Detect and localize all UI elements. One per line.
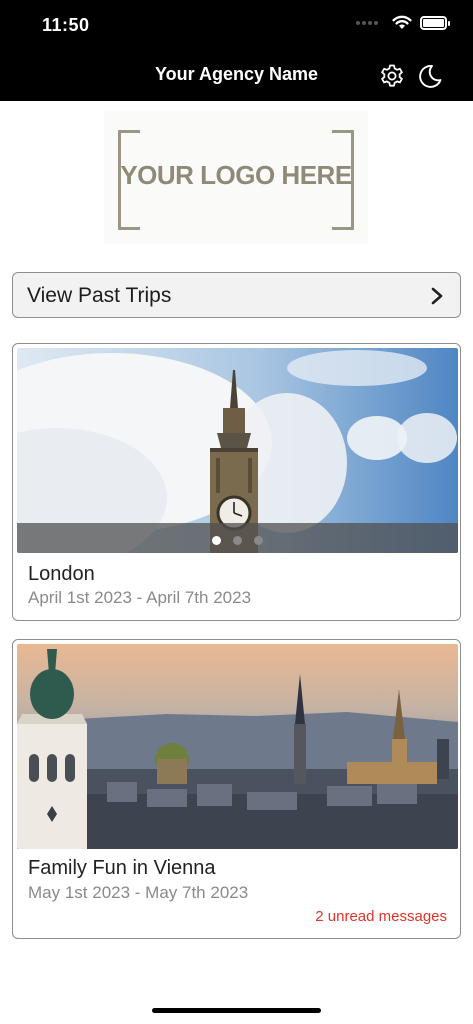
carousel-pagination[interactable]: [17, 536, 458, 545]
status-bar: 11:50: [0, 0, 473, 50]
cellular-signal-icon: [356, 20, 378, 25]
carousel-dot[interactable]: [233, 536, 242, 545]
carousel-dot[interactable]: [254, 536, 263, 545]
trip-title: Family Fun in Vienna: [28, 857, 216, 879]
status-time: 11:50: [42, 15, 90, 35]
trip-card-vienna[interactable]: Family Fun in Vienna May 1st 2023 - May …: [12, 639, 461, 939]
trip-card-london[interactable]: London April 1st 2023 - April 7th 2023: [12, 343, 461, 621]
home-indicator[interactable]: [152, 1008, 321, 1013]
trip-dates: April 1st 2023 - April 7th 2023: [28, 588, 252, 607]
trip-image-london[interactable]: [17, 348, 458, 553]
view-past-trips-label: View Past Trips: [27, 284, 172, 307]
nav-bar: Your Agency Name: [0, 50, 473, 101]
wifi-icon: [392, 15, 412, 29]
chevron-right-icon: [431, 287, 443, 305]
battery-icon: [420, 15, 450, 30]
gear-icon[interactable]: [379, 63, 405, 89]
trip-image-vienna[interactable]: [17, 644, 458, 849]
vienna-skyline-photo: [17, 644, 458, 849]
moon-icon[interactable]: [417, 63, 443, 89]
trip-dates: May 1st 2023 - May 7th 2023: [28, 883, 249, 902]
trip-title: London: [28, 563, 95, 585]
carousel-dot[interactable]: [212, 536, 221, 545]
unread-messages-badge[interactable]: 2 unread messages: [315, 908, 447, 925]
view-past-trips-button[interactable]: View Past Trips: [12, 272, 461, 318]
status-icons: [356, 15, 450, 30]
agency-logo: YOUR LOGO HERE: [104, 110, 368, 244]
logo-text: YOUR LOGO HERE: [120, 160, 352, 190]
